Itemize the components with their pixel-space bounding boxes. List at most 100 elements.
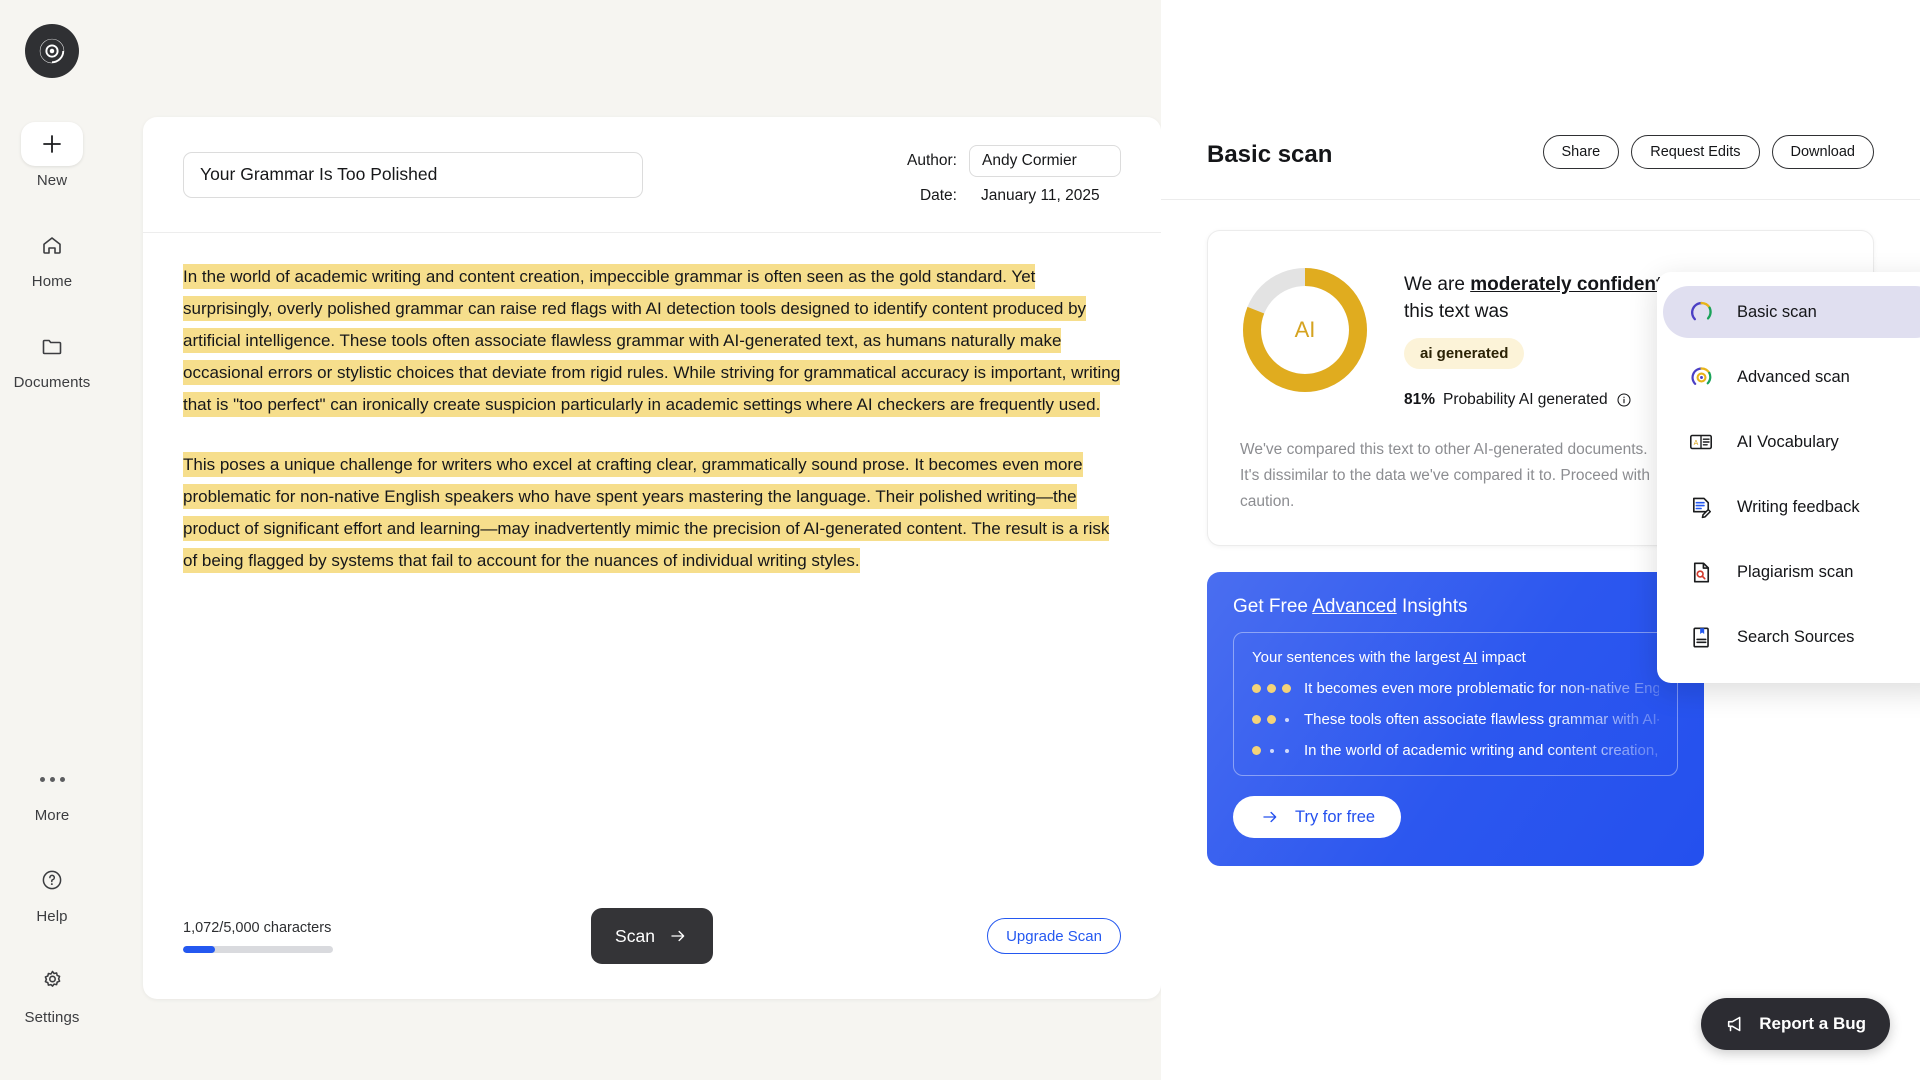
verdict-suffix: this text was <box>1404 301 1509 322</box>
editor-header: Author: Date: January 11, 2025 <box>143 117 1161 233</box>
multicolor-ring-icon <box>1687 298 1715 326</box>
plus-icon <box>21 122 83 166</box>
arrow-right-icon <box>1263 811 1277 823</box>
results-actions: Share Request Edits Download <box>1542 135 1874 169</box>
sidebar-item-settings[interactable]: Settings <box>13 951 91 1030</box>
sidebar-item-help[interactable]: Help <box>13 850 91 929</box>
document-title-input[interactable] <box>183 151 643 198</box>
author-label: Author: <box>907 151 957 169</box>
document-bookmark-icon <box>1687 623 1715 651</box>
menu-item-search-sources[interactable]: Search Sources <box>1663 611 1920 663</box>
promo-sentence-text: These tools often associate flawless gra… <box>1304 711 1659 728</box>
results-header: Basic scan Share Request Edits Download <box>1161 0 1920 200</box>
highlighted-text: In the world of academic writing and con… <box>183 264 1121 417</box>
document-editor-card: Author: Date: January 11, 2025 In the wo… <box>143 117 1161 999</box>
menu-item-basic-scan[interactable]: Basic scan <box>1663 286 1920 338</box>
sidebar-item-label-home: Home <box>31 273 73 290</box>
sidebar-item-home[interactable]: Home <box>13 215 91 294</box>
menu-item-label: Advanced scan <box>1737 367 1850 386</box>
megaphone-icon <box>1728 1016 1741 1032</box>
sidebar-bottom-items: More Help Settings <box>0 749 104 1080</box>
character-count-text: 1,072/5,000 characters <box>183 919 332 936</box>
try-for-free-label: Try for free <box>1295 807 1376 826</box>
verdict-prefix: We are <box>1404 274 1471 295</box>
document-paragraph-1: In the world of academic writing and con… <box>183 261 1121 421</box>
sidebar-item-label-help: Help <box>36 908 68 925</box>
impact-dots <box>1252 684 1304 693</box>
info-circle-icon[interactable] <box>1616 392 1632 408</box>
promo-title: Get Free Advanced Insights <box>1233 596 1678 618</box>
date-row: Date: January 11, 2025 <box>901 187 1121 205</box>
menu-item-ai-vocabulary[interactable]: A AI Vocabulary <box>1663 416 1920 468</box>
sidebar-item-label-documents: Documents <box>13 374 91 391</box>
promo-subtitle: Your sentences with the largest AI impac… <box>1252 649 1659 666</box>
impact-dots <box>1252 715 1304 724</box>
author-input[interactable] <box>969 144 1121 177</box>
list-item: It becomes even more problematic for non… <box>1252 680 1659 697</box>
sidebar-item-label-new: New <box>36 172 68 189</box>
promo-title-prefix: Get Free <box>1233 596 1313 617</box>
request-edits-button[interactable]: Request Edits <box>1631 135 1760 169</box>
sidebar-item-more[interactable]: More <box>13 749 91 828</box>
menu-item-label: AI Vocabulary <box>1737 432 1839 451</box>
vocabulary-list-icon: A <box>1687 428 1715 456</box>
date-label: Date: <box>919 186 957 204</box>
promo-subtitle-prefix: Your sentences with the largest <box>1252 649 1464 666</box>
promo-subtitle-suffix: impact <box>1477 649 1526 666</box>
report-a-bug-label: Report a Bug <box>1759 1014 1866 1033</box>
verdict-emphasis: moderately confident <box>1470 274 1663 295</box>
promo-sentence-text: It becomes even more problematic for non… <box>1304 680 1659 697</box>
promo-sentences-box: Your sentences with the largest AI impac… <box>1233 632 1678 776</box>
sidebar-item-new[interactable]: New <box>13 114 91 193</box>
sidebar-item-documents[interactable]: Documents <box>13 316 91 395</box>
question-circle-icon <box>21 858 83 902</box>
ai-probability-gauge: AI <box>1240 265 1370 395</box>
app-logo[interactable] <box>25 24 79 78</box>
menu-item-plagiarism-scan[interactable]: Plagiarism scan <box>1663 546 1920 598</box>
editor-footer: 1,072/5,000 characters Scan Upgrade Scan <box>143 873 1161 999</box>
gear-icon <box>21 959 83 1003</box>
scan-type-menu: Basic scan Advanced scan A AI Vocabulary… <box>1657 272 1920 683</box>
document-pencil-icon <box>1687 493 1715 521</box>
probability-value: 81% <box>1404 391 1436 408</box>
try-for-free-button[interactable]: Try for free <box>1233 796 1402 838</box>
download-button[interactable]: Download <box>1771 135 1874 169</box>
advanced-insights-promo-card: Get Free Advanced Insights Your sentence… <box>1207 572 1704 866</box>
author-row: Author: <box>901 144 1121 177</box>
arrow-right-icon <box>671 930 685 942</box>
document-meta: Author: Date: January 11, 2025 <box>901 144 1121 205</box>
promo-title-suffix: Insights <box>1396 596 1468 617</box>
document-magnifier-icon <box>1687 558 1715 586</box>
date-value[interactable]: January 11, 2025 <box>969 187 1100 205</box>
gauge-center-label: AI <box>1262 287 1348 373</box>
multicolor-target-icon <box>1687 363 1715 391</box>
results-title: Basic scan <box>1207 141 1333 168</box>
promo-title-emphasis: Advanced <box>1312 596 1397 617</box>
promo-subtitle-emphasis: AI <box>1463 649 1478 666</box>
document-paragraph-2: This poses a unique challenge for writer… <box>183 449 1121 577</box>
verdict-badge: ai generated <box>1404 338 1525 369</box>
menu-item-label: Plagiarism scan <box>1737 562 1854 581</box>
list-item: These tools often associate flawless gra… <box>1252 711 1659 728</box>
probability-label: Probability AI generated <box>1443 391 1608 408</box>
target-spiral-logo-icon <box>39 38 65 64</box>
menu-item-writing-feedback[interactable]: Writing feedback <box>1663 481 1920 533</box>
report-a-bug-button[interactable]: Report a Bug <box>1701 998 1890 1050</box>
upgrade-scan-button[interactable]: Upgrade Scan <box>987 918 1121 954</box>
character-progress-bar <box>183 945 333 953</box>
scan-button-label: Scan <box>615 925 655 946</box>
home-icon <box>21 223 83 267</box>
sidebar: New Home Documents More Help Settings <box>0 0 104 1080</box>
highlighted-text: This poses a unique challenge for writer… <box>183 452 1110 573</box>
verdict-block: We are moderately confident this text wa… <box>1404 265 1679 409</box>
sidebar-item-label-more: More <box>34 807 70 824</box>
impact-dots <box>1252 746 1304 755</box>
ellipsis-icon <box>21 757 83 801</box>
app-root: New Home Documents More Help Settings Yo… <box>0 0 1920 1080</box>
share-button[interactable]: Share <box>1542 135 1620 169</box>
sidebar-item-label-settings: Settings <box>24 1009 80 1026</box>
scan-button[interactable]: Scan <box>591 908 713 964</box>
menu-item-advanced-scan[interactable]: Advanced scan <box>1663 351 1920 403</box>
document-text-area[interactable]: In the world of academic writing and con… <box>143 233 1161 873</box>
score-note: We've compared this text to other AI-gen… <box>1240 441 1650 510</box>
